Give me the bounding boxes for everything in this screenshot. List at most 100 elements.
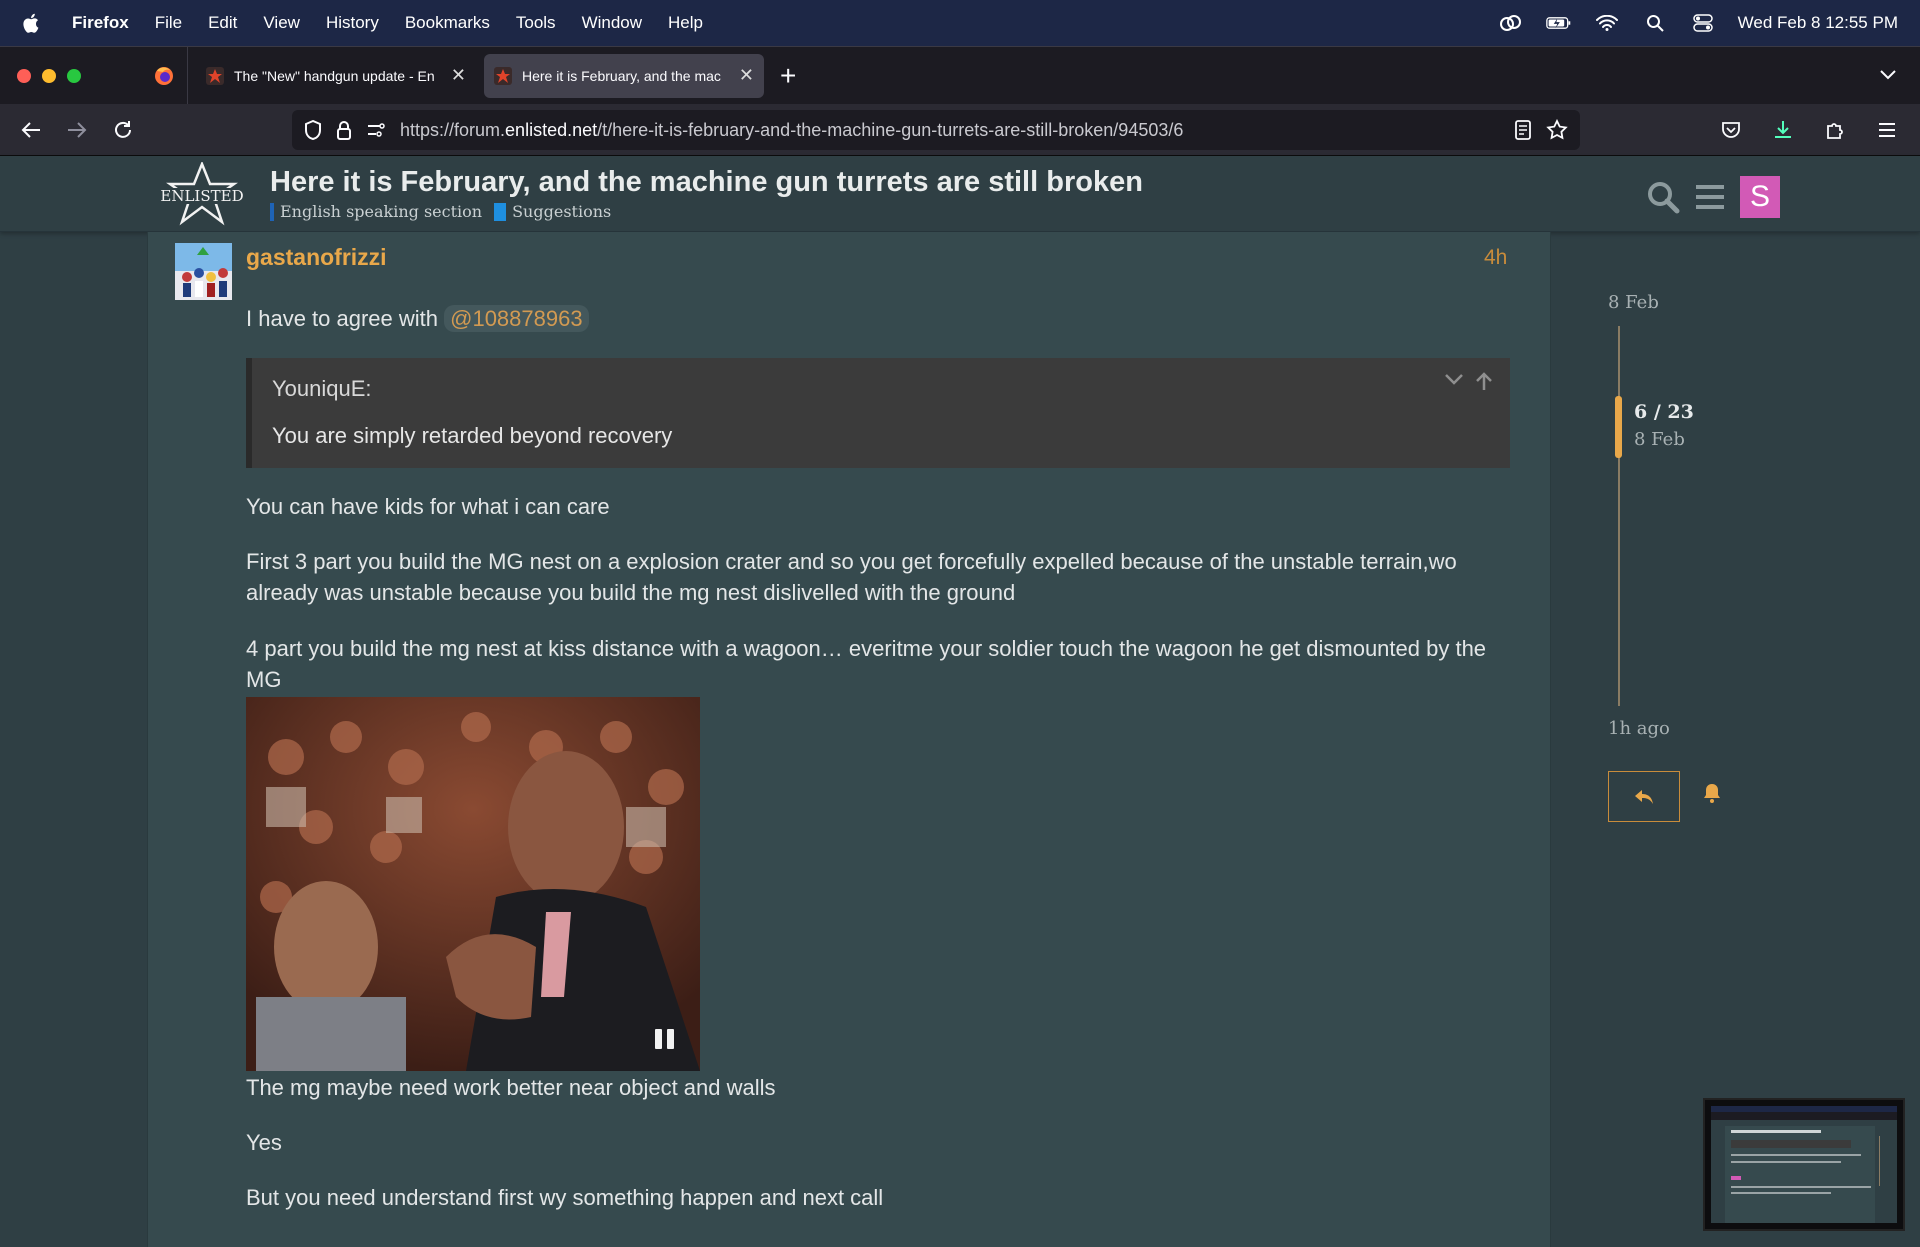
intro-text: I have to agree with	[246, 306, 445, 331]
macos-menubar: Firefox File Edit View History Bookmarks…	[0, 0, 1920, 46]
thumbnail-content	[1711, 1106, 1897, 1223]
reader-view-icon[interactable]	[1514, 120, 1532, 140]
close-tab-icon[interactable]: ✕	[739, 65, 754, 86]
post-paragraph: But you need understand first wy somethi…	[246, 1185, 884, 1210]
window-controls	[0, 68, 140, 83]
tab-handgun-update[interactable]: The "New" handgun update - En ✕	[196, 54, 476, 98]
reload-icon	[115, 120, 131, 138]
topic-title[interactable]: Here it is February, and the machine gun…	[270, 166, 1143, 199]
timeline-position: 6 / 23	[1634, 401, 1694, 423]
tab-strip: The "New" handgun update - En ✕ Here it …	[0, 46, 1920, 105]
extensions-button[interactable]	[1812, 110, 1858, 150]
reply-arrow-icon	[1635, 789, 1653, 804]
chevron-down-icon	[1880, 69, 1896, 79]
menu-bookmarks[interactable]: Bookmarks	[405, 13, 490, 33]
close-window-button[interactable]	[17, 68, 31, 83]
url-path: /t/here-it-is-february-and-the-machine-g…	[597, 119, 1184, 140]
quote-author[interactable]: YouniquE:	[272, 376, 372, 402]
header-icons: S	[1646, 176, 1780, 218]
menu-tools[interactable]: Tools	[516, 13, 556, 33]
forward-button[interactable]	[54, 110, 100, 150]
post-date[interactable]: 4h	[1484, 246, 1507, 270]
spotlight-search-icon[interactable]	[1642, 13, 1668, 33]
pause-icon-bar	[667, 1029, 674, 1049]
menu-edit[interactable]: Edit	[208, 13, 237, 33]
user-avatar[interactable]: S	[1740, 176, 1780, 218]
new-tab-button[interactable]: +	[780, 60, 796, 92]
permissions-icon[interactable]	[366, 122, 386, 138]
timeline-scroll-handle[interactable]	[1615, 396, 1622, 458]
menubar-clock[interactable]: Wed Feb 8 12:55 PM	[1738, 13, 1898, 33]
menu-help[interactable]: Help	[668, 13, 703, 33]
timeline-start-date[interactable]: 8 Feb	[1608, 292, 1659, 313]
user-mention[interactable]: @108878963	[444, 305, 589, 332]
post-paragraph: First 3 part you build the MG nest on a …	[246, 549, 1457, 605]
search-icon[interactable]	[1646, 180, 1680, 214]
enlisted-favicon-icon	[206, 66, 224, 85]
enlisted-logo[interactable]: ENLISTED	[158, 162, 246, 226]
reload-button[interactable]	[100, 110, 146, 150]
download-icon	[1775, 121, 1791, 138]
gif-pause-button[interactable]	[655, 1029, 674, 1049]
window-preview-thumbnail[interactable]	[1703, 1098, 1905, 1231]
post-paragraph: The mg maybe need work better near objec…	[246, 1075, 776, 1100]
go-to-quoted-post-arrow-up-icon[interactable]	[1474, 372, 1494, 392]
firefox-icon	[154, 66, 173, 85]
app-menu-button[interactable]	[1864, 110, 1910, 150]
tab-current-topic[interactable]: Here it is February, and the mac ✕	[484, 53, 764, 98]
firefox-view-button[interactable]	[140, 46, 188, 105]
quote-text: You are simply retarded beyond recovery	[272, 423, 673, 448]
apple-icon[interactable]	[22, 12, 44, 34]
category-color-badge	[494, 202, 507, 221]
pocket-button[interactable]	[1708, 110, 1754, 150]
menu-view[interactable]: View	[263, 13, 300, 33]
timeline-scrollbar-track[interactable]	[1618, 326, 1620, 706]
back-button[interactable]	[8, 110, 54, 150]
downloads-button[interactable]	[1760, 110, 1806, 150]
enlisted-favicon-icon	[494, 66, 512, 85]
url-domain: enlisted.net	[505, 119, 598, 140]
url-text[interactable]: https://forum.enlisted.net/t/here-it-is-…	[400, 120, 1500, 141]
lock-icon[interactable]	[336, 120, 352, 140]
post-username[interactable]: gastanofrizzi	[246, 244, 387, 271]
notification-bell-icon[interactable]	[1703, 783, 1721, 803]
category-english-speaking-section[interactable]: English speaking section	[270, 202, 482, 221]
post-intro-text: I have to agree with @108878963	[246, 303, 1512, 334]
menu-history[interactable]: History	[326, 13, 379, 33]
tracking-protection-shield-icon[interactable]	[304, 120, 322, 140]
reply-button[interactable]	[1608, 771, 1680, 822]
tab-title: Here it is February, and the mac	[522, 67, 721, 84]
timeline-end-date[interactable]: 1h ago	[1608, 718, 1670, 739]
quote-block: YouniquE: You are simply retarded beyond…	[246, 358, 1510, 468]
quote-controls	[1444, 372, 1494, 392]
pause-icon	[655, 1029, 662, 1049]
bookmark-star-icon[interactable]	[1546, 119, 1568, 141]
menu-file[interactable]: File	[155, 13, 182, 33]
creative-cloud-icon[interactable]	[1498, 13, 1524, 33]
minimize-window-button[interactable]	[42, 68, 56, 83]
post-paragraph: 4 part you build the mg nest at kiss dis…	[246, 636, 1487, 692]
wifi-icon[interactable]	[1594, 13, 1620, 33]
list-all-tabs-button[interactable]	[1880, 67, 1896, 85]
menu-app-name[interactable]: Firefox	[72, 13, 129, 33]
puzzle-icon	[1827, 123, 1843, 139]
expand-quote-chevron-down-icon[interactable]	[1444, 372, 1464, 386]
category-suggestions[interactable]: Suggestions	[494, 202, 611, 221]
post-author-avatar[interactable]	[175, 243, 232, 300]
battery-icon[interactable]	[1545, 13, 1572, 33]
close-tab-icon[interactable]: ✕	[451, 65, 466, 86]
menu-window[interactable]: Window	[582, 13, 642, 33]
hamburger-menu-icon	[1879, 123, 1895, 137]
hamburger-menu-icon[interactable]	[1694, 183, 1726, 211]
zoom-window-button[interactable]	[67, 68, 81, 83]
navigation-toolbar: https://forum.enlisted.net/t/here-it-is-…	[0, 104, 1920, 156]
url-bar[interactable]: https://forum.enlisted.net/t/here-it-is-…	[292, 110, 1580, 150]
url-prefix: https://forum.	[400, 119, 506, 140]
pocket-icon	[1722, 122, 1740, 138]
animated-gif-image[interactable]	[246, 697, 700, 1071]
category-color-badge	[270, 202, 274, 221]
breadcrumb: English speaking section Suggestions	[270, 202, 611, 221]
post-paragraph: Yes	[246, 1130, 282, 1155]
control-center-icon[interactable]	[1690, 13, 1716, 33]
timeline-position-date: 8 Feb	[1634, 429, 1685, 450]
